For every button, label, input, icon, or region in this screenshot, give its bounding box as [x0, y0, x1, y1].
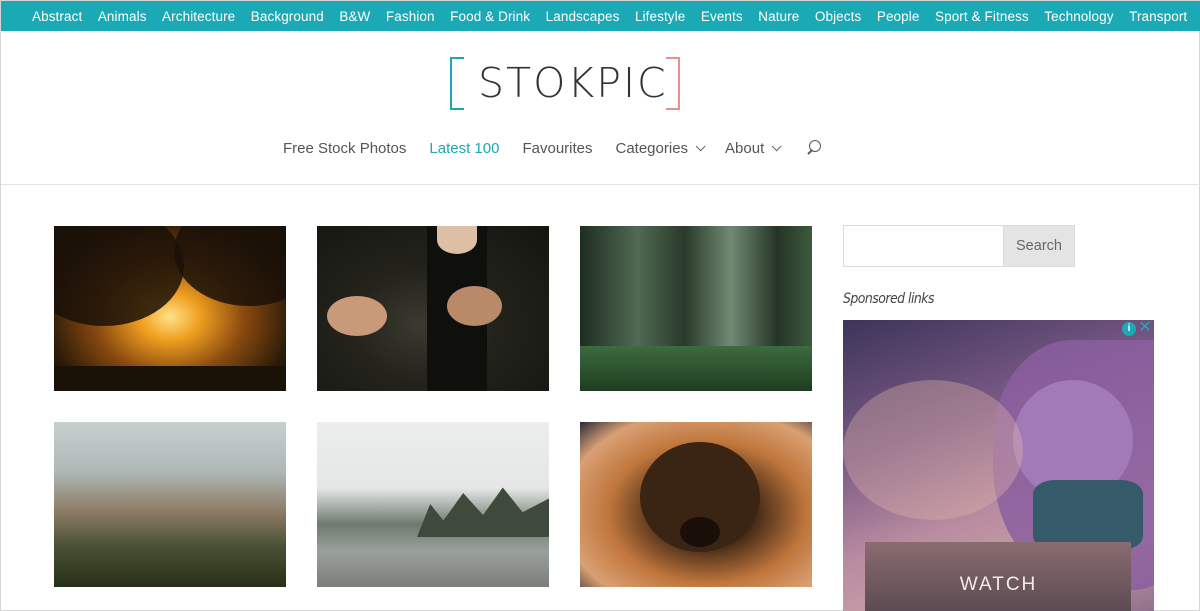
nav-latest-100[interactable]: Latest 100	[429, 140, 499, 157]
info-icon[interactable]: i	[1122, 322, 1136, 336]
category-link-fashion[interactable]: Fashion	[386, 9, 435, 24]
category-link-architecture[interactable]: Architecture	[162, 9, 235, 24]
nav-categories-label: Categories	[615, 139, 689, 157]
chevron-down-icon	[695, 140, 706, 151]
nav-about[interactable]: About	[725, 139, 782, 157]
search-icon[interactable]	[806, 139, 822, 157]
main-nav: Free Stock Photos Latest 100 Favourites …	[283, 137, 822, 159]
category-link-food-drink[interactable]: Food & Drink	[450, 9, 530, 24]
search-button[interactable]: Search	[1003, 225, 1075, 267]
ad-watch-text: WATCH	[959, 574, 1038, 595]
sidebar-search: Search	[843, 225, 1075, 267]
logo-left-bracket	[450, 57, 464, 110]
category-link-objects[interactable]: Objects	[815, 9, 861, 24]
logo-text: STOKPIC	[478, 59, 668, 107]
sponsored-links-heading: Sponsored links	[843, 291, 935, 307]
photo-thumbnail[interactable]	[317, 226, 549, 391]
sponsored-ad[interactable]: WATCH i ✕	[843, 320, 1154, 611]
category-bar: Abstract Animals Architecture Background…	[1, 1, 1200, 31]
category-link-lifestyle[interactable]: Lifestyle	[635, 9, 685, 24]
category-link-animals[interactable]: Animals	[98, 9, 147, 24]
photo-thumbnail[interactable]	[580, 422, 812, 587]
category-link-transport[interactable]: Transport	[1129, 9, 1187, 24]
logo-right-bracket	[666, 57, 680, 110]
nav-about-label: About	[725, 139, 765, 157]
category-link-people[interactable]: People	[877, 9, 920, 24]
chevron-down-icon	[771, 140, 782, 151]
close-icon[interactable]: ✕	[1138, 320, 1152, 336]
header-divider	[1, 184, 1200, 185]
photo-thumbnail[interactable]	[580, 226, 812, 391]
category-link-landscapes[interactable]: Landscapes	[546, 9, 620, 24]
category-link-technology[interactable]: Technology	[1044, 9, 1113, 24]
photo-thumbnail[interactable]	[54, 422, 286, 587]
category-link-bw[interactable]: B&W	[339, 9, 370, 24]
site-logo[interactable]: STOKPIC	[448, 57, 682, 111]
photo-thumbnail[interactable]	[54, 226, 286, 391]
photo-thumbnail[interactable]	[317, 422, 549, 587]
search-input[interactable]	[843, 225, 1003, 267]
category-link-events[interactable]: Events	[701, 9, 743, 24]
category-link-sport-fitness[interactable]: Sport & Fitness	[935, 9, 1029, 24]
category-link-nature[interactable]: Nature	[758, 9, 799, 24]
category-link-abstract[interactable]: Abstract	[32, 9, 82, 24]
nav-free-stock-photos[interactable]: Free Stock Photos	[283, 140, 406, 157]
category-link-background[interactable]: Background	[251, 9, 324, 24]
nav-favourites[interactable]: Favourites	[522, 140, 592, 157]
nav-categories[interactable]: Categories	[615, 139, 706, 157]
